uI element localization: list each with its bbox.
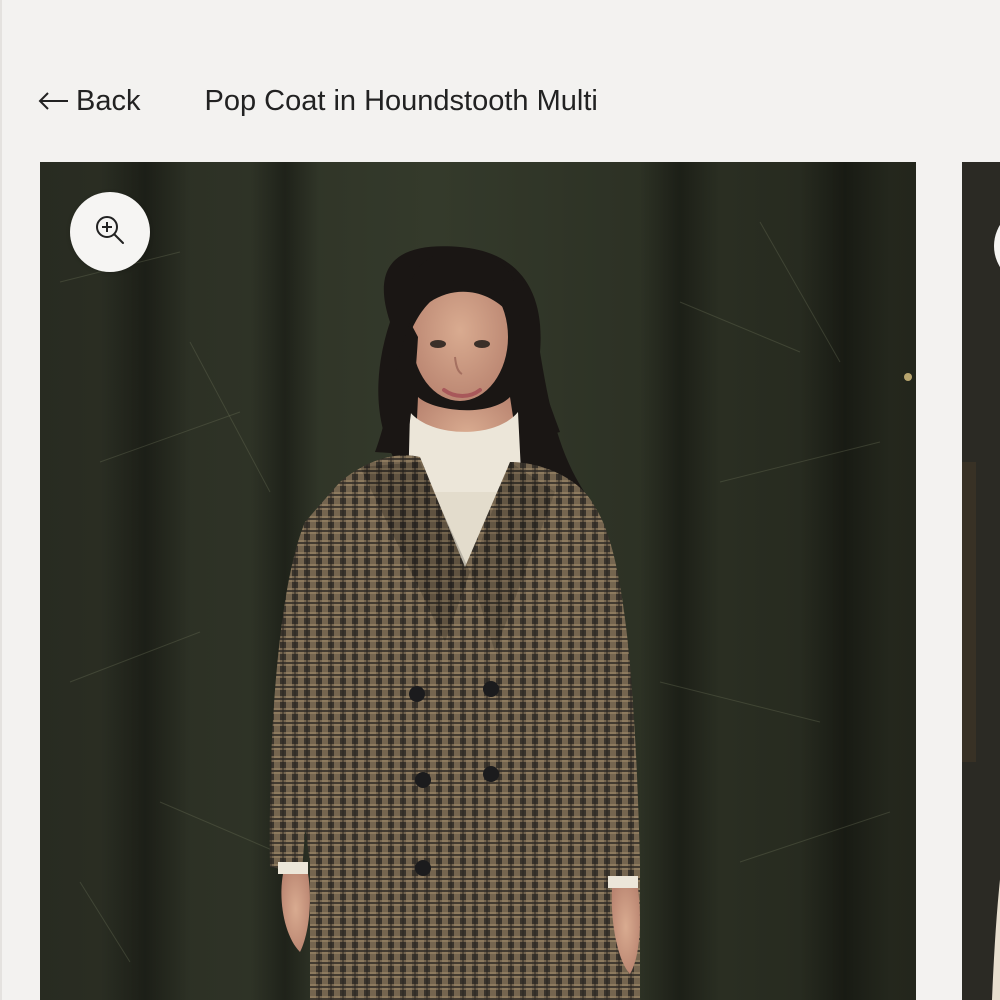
image-carousel[interactable] <box>40 162 1000 1000</box>
back-label: Back <box>76 84 141 117</box>
zoom-in-icon <box>93 213 127 252</box>
divider <box>0 0 2 1000</box>
product-photo-next <box>962 162 1000 1000</box>
product-image-slide-next[interactable] <box>962 162 1000 1000</box>
product-image-slide[interactable] <box>40 162 916 1000</box>
page-title: Pop Coat in Houndstooth Multi <box>204 84 598 117</box>
product-photo <box>40 162 916 1000</box>
page-header: Back Pop Coat in Houndstooth Multi <box>38 80 598 122</box>
product-gallery-page: Back Pop Coat in Houndstooth Multi <box>0 0 1000 1000</box>
arrow-left-icon <box>38 91 70 111</box>
zoom-button[interactable] <box>70 192 150 272</box>
back-button[interactable]: Back <box>38 85 140 118</box>
